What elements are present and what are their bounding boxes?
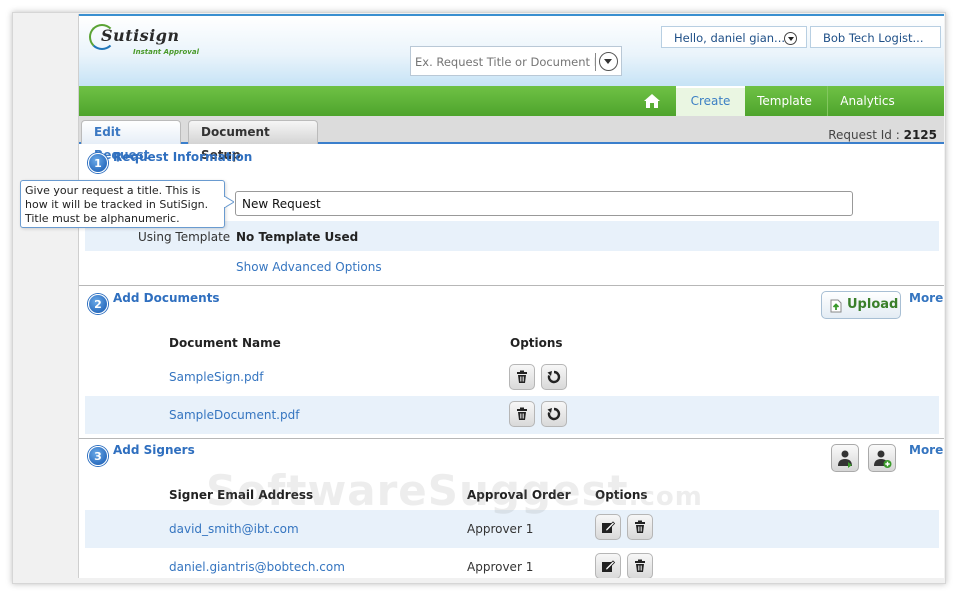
refresh-icon <box>547 407 561 421</box>
approval-order-header: Approval Order <box>467 488 571 502</box>
signers-more-link[interactable]: More <box>909 443 943 457</box>
request-id-label: Request Id : <box>828 128 900 142</box>
edit-signer-button[interactable] <box>595 514 621 540</box>
company-name: Bob Tech Logist... <box>823 31 924 45</box>
edit-icon <box>602 560 615 572</box>
signer-email[interactable]: daniel.giantris@bobtech.com <box>169 560 345 574</box>
delete-signer-button[interactable] <box>627 514 653 540</box>
title-help-tooltip: Give your request a title. This is how i… <box>20 180 225 228</box>
logo-text: Sutisign <box>101 26 180 45</box>
request-title-input[interactable] <box>235 191 853 216</box>
search-input[interactable] <box>415 53 595 71</box>
user-select-icon <box>838 450 852 468</box>
document-link[interactable]: SampleSign.pdf <box>169 370 263 384</box>
tab-template[interactable]: Template <box>749 86 820 116</box>
trash-icon <box>517 407 527 420</box>
document-name-header: Document Name <box>169 336 281 350</box>
home-icon[interactable] <box>643 93 661 109</box>
main-nav: Create Template Analytics <box>79 86 944 116</box>
delete-signer-button[interactable] <box>627 553 653 578</box>
request-id: Request Id : 2125 <box>828 128 937 142</box>
upload-icon <box>830 299 842 313</box>
search-box <box>410 46 622 76</box>
section-title-request-information: Request Information <box>113 150 253 164</box>
document-link[interactable]: SampleDocument.pdf <box>169 408 299 422</box>
tab-analytics[interactable]: Analytics <box>827 86 907 116</box>
company-selector[interactable]: Bob Tech Logist... <box>810 26 941 48</box>
signer-options-header: Options <box>595 488 648 502</box>
approval-order: Approver 1 <box>467 560 534 574</box>
replace-document-button[interactable] <box>541 401 567 427</box>
edit-icon <box>602 521 615 533</box>
upload-label: Upload <box>847 297 899 312</box>
add-user-icon <box>874 450 892 468</box>
user-greeting: Hello, daniel gian... <box>674 31 786 45</box>
chevron-down-icon[interactable] <box>784 32 797 45</box>
section-title-add-signers: Add Signers <box>113 443 195 457</box>
replace-document-button[interactable] <box>541 364 567 390</box>
section-number-3: 3 <box>88 446 108 466</box>
document-options-header: Options <box>510 336 563 350</box>
using-template-label: Using Template <box>138 230 231 244</box>
select-signer-button[interactable] <box>831 444 859 472</box>
show-advanced-options-link[interactable]: Show Advanced Options <box>236 260 382 274</box>
user-menu[interactable]: Hello, daniel gian... <box>661 26 807 48</box>
tab-edit-request[interactable]: Edit Request <box>81 120 181 162</box>
approval-order: Approver 1 <box>467 522 534 536</box>
trash-icon <box>517 370 527 383</box>
add-signer-button[interactable] <box>868 444 896 472</box>
sub-tabs: Edit Request Document Setup Request Id :… <box>79 116 944 162</box>
section-divider <box>79 285 944 286</box>
header: Sutisign Instant Approval Hello, daniel … <box>79 14 944 86</box>
tab-document-setup[interactable]: Document Setup <box>188 120 318 162</box>
using-template-value: No Template Used <box>236 230 359 244</box>
section-number-2: 2 <box>88 294 108 314</box>
logo-tagline: Instant Approval <box>133 48 199 56</box>
tooltip-arrow-icon <box>224 196 234 208</box>
trash-icon <box>635 520 645 533</box>
trash-icon <box>635 559 645 572</box>
search-divider <box>595 53 596 71</box>
section-divider <box>79 438 944 439</box>
upload-button[interactable]: Upload <box>821 291 901 319</box>
documents-more-link[interactable]: More <box>909 291 943 305</box>
delete-document-button[interactable] <box>509 401 535 427</box>
tab-create[interactable]: Create <box>676 86 745 116</box>
section-number-1: 1 <box>88 153 108 173</box>
request-id-value: 2125 <box>903 128 937 142</box>
sutisign-logo[interactable]: Sutisign Instant Approval <box>87 22 207 64</box>
signer-email[interactable]: david_smith@ibt.com <box>169 522 299 536</box>
delete-document-button[interactable] <box>509 364 535 390</box>
signer-email-header: Signer Email Address <box>169 488 314 502</box>
app-window: Sutisign Instant Approval Hello, daniel … <box>78 14 944 578</box>
section-title-add-documents: Add Documents <box>113 291 220 305</box>
refresh-icon <box>547 370 561 384</box>
edit-signer-button[interactable] <box>595 553 621 578</box>
search-dropdown-icon[interactable] <box>599 52 618 71</box>
